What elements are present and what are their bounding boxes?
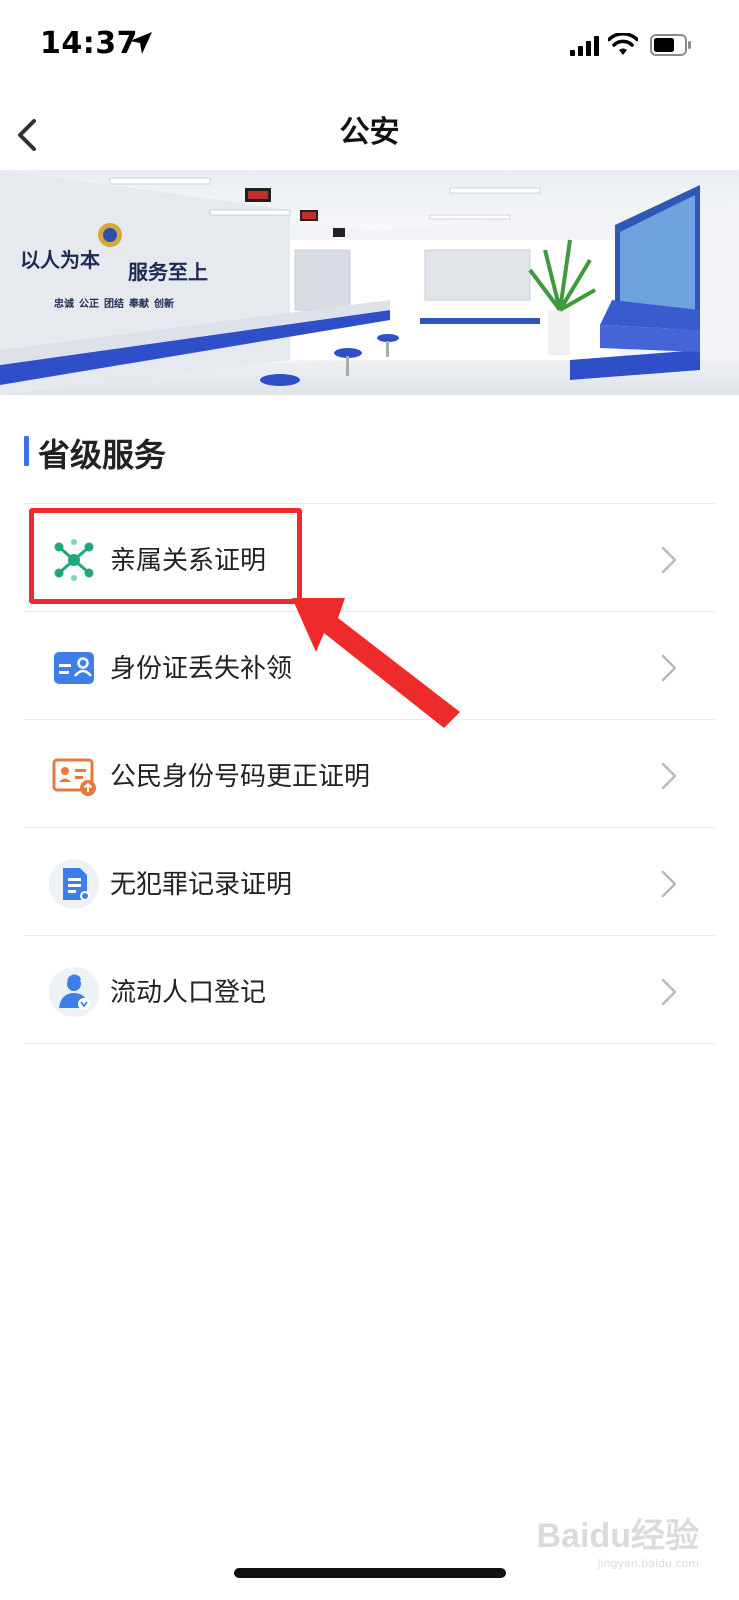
document-icon bbox=[49, 859, 99, 909]
chevron-right-icon bbox=[661, 762, 677, 790]
chevron-right-icon bbox=[661, 978, 677, 1006]
service-item-no-criminal-record[interactable]: 无犯罪记录证明 bbox=[24, 827, 715, 935]
banner-image: 以人为本 服务至上 忠诚 公正 团结 奉献 创新 bbox=[0, 170, 739, 395]
location-arrow-icon bbox=[130, 32, 152, 54]
wifi-icon bbox=[608, 33, 638, 55]
id-card-upload-icon bbox=[52, 758, 96, 796]
watermark-url: jingyan.baidu.com bbox=[597, 1557, 699, 1570]
service-label: 无犯罪记录证明 bbox=[110, 870, 293, 900]
nav-bar: 公安 bbox=[0, 95, 739, 170]
chevron-right-icon bbox=[661, 870, 677, 898]
watermark-text: Baidu经验 bbox=[536, 1517, 699, 1555]
service-item-id-card-reissue[interactable]: 身份证丢失补领 bbox=[24, 611, 715, 719]
banner-values-line: 忠诚 公正 团结 奉献 创新 bbox=[54, 299, 174, 310]
service-label: 公民身份号码更正证明 bbox=[110, 762, 371, 792]
banner-slogan-left: 以人为本 bbox=[20, 250, 100, 272]
chevron-right-icon bbox=[661, 546, 677, 574]
home-indicator[interactable] bbox=[234, 1568, 506, 1578]
annotation-highlight-box bbox=[29, 508, 302, 604]
watermark: Baidu经验 jingyan.baidu.com bbox=[537, 1508, 699, 1570]
service-item-floating-population[interactable]: 流动人口登记 bbox=[24, 935, 715, 1044]
status-bar: 14:37 bbox=[0, 0, 739, 95]
service-item-id-number-correction[interactable]: 公民身份号码更正证明 bbox=[24, 719, 715, 827]
service-label: 流动人口登记 bbox=[110, 978, 267, 1008]
battery-icon bbox=[650, 34, 691, 56]
service-label: 身份证丢失补领 bbox=[110, 654, 293, 684]
id-card-icon bbox=[54, 652, 94, 684]
page-title: 公安 bbox=[339, 115, 400, 150]
banner-slogan-right: 服务至上 bbox=[128, 262, 208, 284]
section-title: 省级服务 bbox=[38, 436, 167, 474]
section-accent-bar bbox=[24, 436, 29, 466]
chevron-right-icon bbox=[661, 654, 677, 682]
status-time: 14:37 bbox=[40, 26, 138, 61]
cellular-signal-icon bbox=[570, 36, 599, 56]
person-badge-icon bbox=[49, 967, 99, 1017]
